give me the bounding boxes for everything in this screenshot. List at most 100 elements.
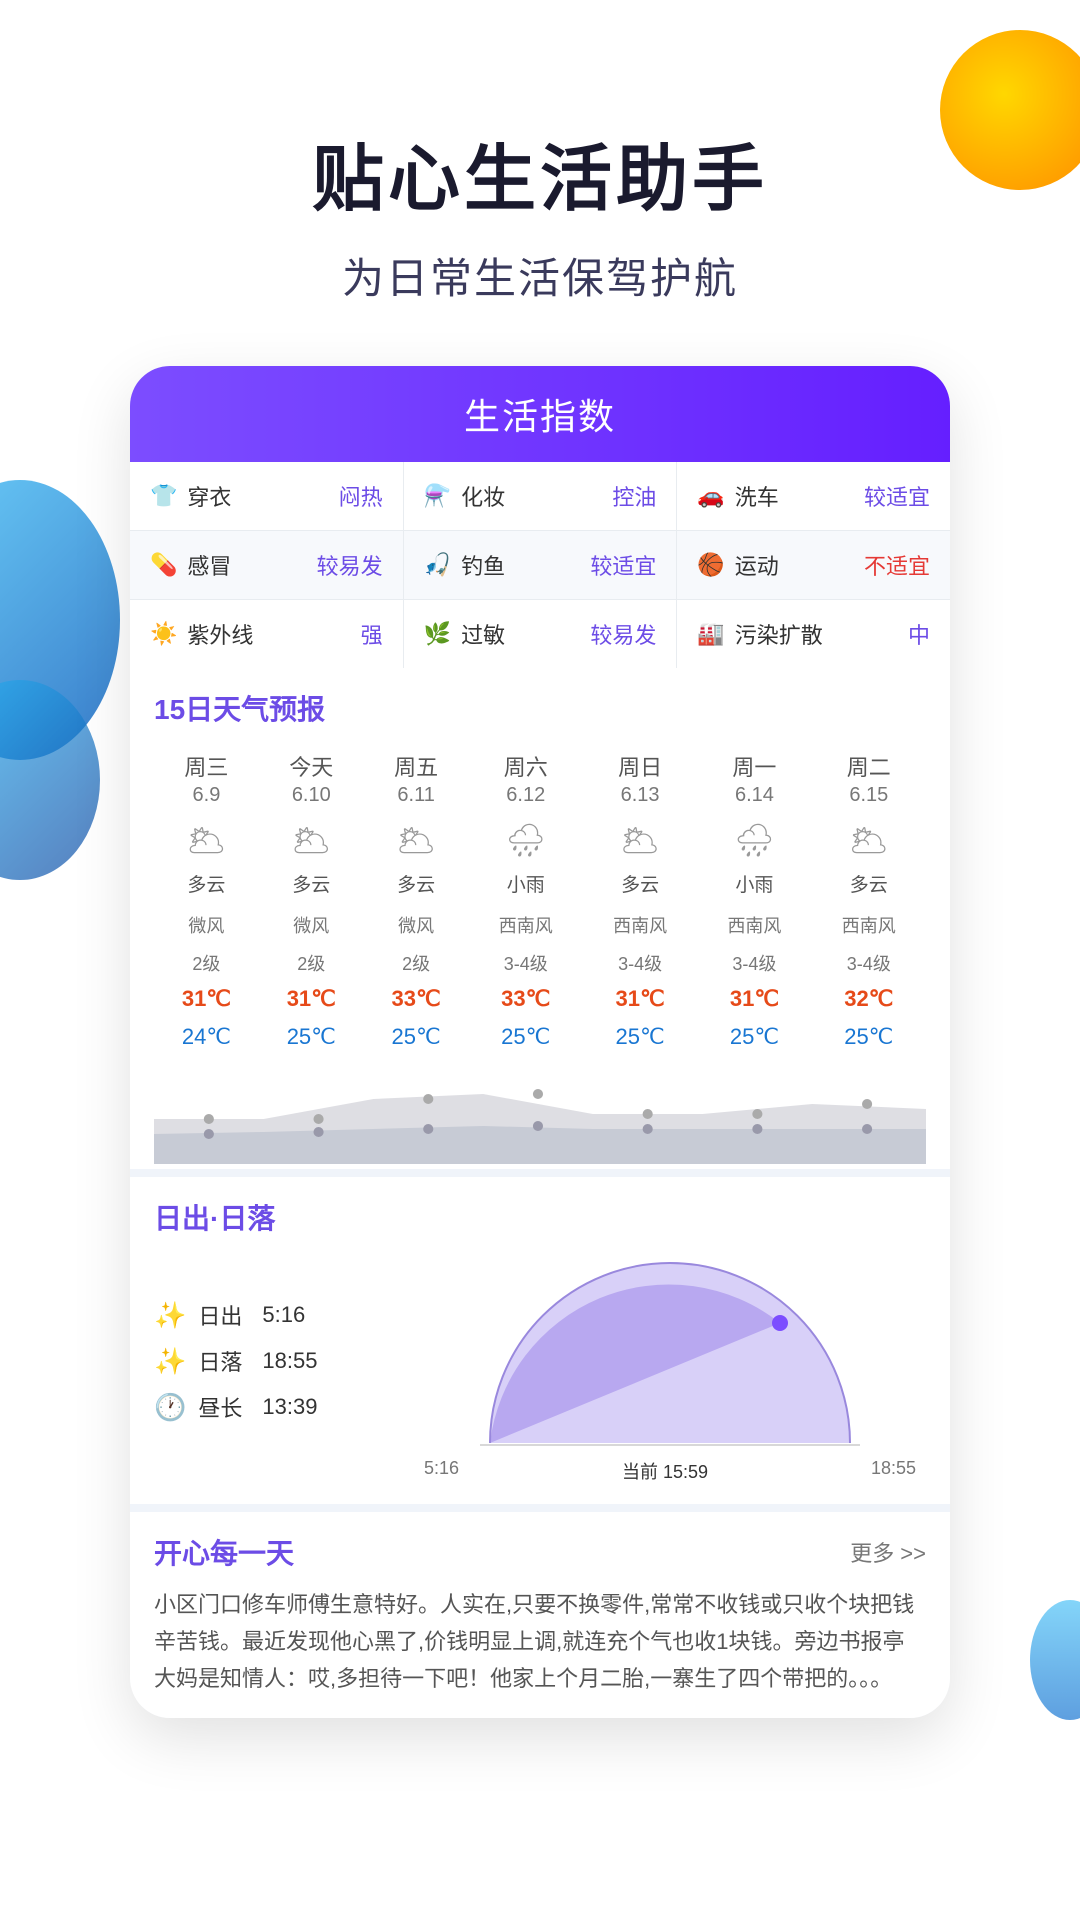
forecast-day-row: 周三 今天 周五 周六 周日 周一 周二 — [154, 744, 926, 784]
forecast-high-temp-row: 31℃ 31℃ 33℃ 33℃ 31℃ 31℃ 32℃ — [154, 980, 926, 1018]
forecast-title: 15日天气预报 — [154, 688, 926, 728]
wind-0: 微风 — [154, 906, 259, 944]
wind-2: 微风 — [364, 906, 469, 944]
wind-level-2: 2级 — [364, 944, 469, 980]
sunrise-title: 日出·日落 — [154, 1197, 926, 1237]
cell-allergy: 🌿 过敏 较易发 — [404, 600, 678, 668]
weather-4: 多云 — [583, 867, 697, 906]
icon-3: 🌧 — [469, 813, 583, 867]
day-2: 周五 — [364, 744, 469, 784]
fishing-icon: 🎣 — [424, 552, 451, 578]
cold-label: 感冒 — [187, 549, 231, 581]
allergy-label: 过敏 — [461, 618, 505, 650]
forecast-weather-row: 多云 多云 多云 小雨 多云 小雨 多云 — [154, 867, 926, 906]
date-0: 6.9 — [154, 784, 259, 813]
forecast-table: 周三 今天 周五 周六 周日 周一 周二 6.9 6.10 6.11 6.12 … — [154, 744, 926, 1056]
cell-pollution: 🏭 污染扩散 中 — [677, 600, 950, 668]
life-index-row-2: 💊 感冒 较易发 🎣 钓鱼 较适宜 🏀 运动 不适宜 — [130, 531, 950, 600]
carwash-label: 洗车 — [735, 480, 779, 512]
day-4: 周日 — [583, 744, 697, 784]
joy-more[interactable]: 更多 >> — [850, 1536, 926, 1568]
wind-1: 微风 — [259, 906, 364, 944]
sunrise-row: ✨ 日出 5:16 — [154, 1299, 394, 1331]
date-6: 6.15 — [812, 784, 926, 813]
uv-value: 强 — [361, 618, 383, 650]
life-index-row-1: 👕 穿衣 闷热 ⚗️ 化妆 控油 🚗 洗车 较适宜 — [130, 462, 950, 531]
low-1: 25℃ — [259, 1018, 364, 1056]
wind-level-0: 2级 — [154, 944, 259, 980]
joy-text: 小区门口修车师傅生意特好。人实在,只要不换零件,常常不收钱或只收个块把钱辛苦钱。… — [154, 1586, 926, 1698]
header-section: 贴心生活助手 为日常生活保驾护航 — [0, 0, 1080, 366]
arc-end-label: 18:55 — [871, 1458, 916, 1484]
wind-6: 西南风 — [812, 906, 926, 944]
duration-label: 昼长 — [198, 1391, 242, 1423]
weather-2: 多云 — [364, 867, 469, 906]
high-4: 31℃ — [583, 980, 697, 1018]
wind-4: 西南风 — [583, 906, 697, 944]
joy-header: 开心每一天 更多 >> — [154, 1532, 926, 1572]
sunset-time: 18:55 — [262, 1348, 317, 1374]
low-0: 24℃ — [154, 1018, 259, 1056]
cell-fishing: 🎣 钓鱼 较适宜 — [404, 531, 678, 599]
date-2: 6.11 — [364, 784, 469, 813]
icon-2: 🌥 — [364, 813, 469, 867]
icon-6: 🌥 — [812, 813, 926, 867]
fishing-value: 较适宜 — [590, 549, 656, 581]
date-5: 6.14 — [697, 784, 811, 813]
low-4: 25℃ — [583, 1018, 697, 1056]
uv-label: 紫外线 — [187, 618, 253, 650]
cell-makeup: ⚗️ 化妆 控油 — [404, 462, 678, 530]
makeup-label: 化妆 — [461, 480, 505, 512]
main-title: 贴心生活助手 — [0, 120, 1080, 225]
high-0: 31℃ — [154, 980, 259, 1018]
day-5: 周一 — [697, 744, 811, 784]
sport-label: 运动 — [735, 549, 779, 581]
sunrise-info: ✨ 日出 5:16 ✨ 日落 18:55 🕐 昼长 13:39 — [154, 1299, 394, 1437]
low-2: 25℃ — [364, 1018, 469, 1056]
makeup-icon: ⚗️ — [424, 483, 451, 509]
sunrise-section: 日出·日落 ✨ 日出 5:16 ✨ 日落 18:55 🕐 昼长 13:39 — [130, 1169, 950, 1504]
cold-icon: 💊 — [150, 552, 177, 578]
phone-mockup: 生活指数 👕 穿衣 闷热 ⚗️ 化妆 控油 🚗 洗车 较适宜 💊 — [130, 366, 950, 1718]
clothing-label: 穿衣 — [187, 480, 231, 512]
wind-level-1: 2级 — [259, 944, 364, 980]
wind-level-4: 3-4级 — [583, 944, 697, 980]
wind-5: 西南风 — [697, 906, 811, 944]
life-index-header: 生活指数 — [130, 366, 950, 462]
sub-title: 为日常生活保驾护航 — [0, 245, 1080, 306]
cold-value: 较易发 — [317, 549, 383, 581]
sunset-label: 日落 — [198, 1345, 242, 1377]
sunset-row: ✨ 日落 18:55 — [154, 1345, 394, 1377]
sunrise-content: ✨ 日出 5:16 ✨ 日落 18:55 🕐 昼长 13:39 — [154, 1253, 926, 1484]
high-5: 31℃ — [697, 980, 811, 1018]
cell-uv: ☀️ 紫外线 强 — [130, 600, 404, 668]
low-5: 25℃ — [697, 1018, 811, 1056]
forecast-low-temp-row: 24℃ 25℃ 25℃ 25℃ 25℃ 25℃ 25℃ — [154, 1018, 926, 1056]
high-3: 33℃ — [469, 980, 583, 1018]
wind-level-6: 3-4级 — [812, 944, 926, 980]
weather-1: 多云 — [259, 867, 364, 906]
day-1: 今天 — [259, 744, 364, 784]
wind-3: 西南风 — [469, 906, 583, 944]
high-6: 32℃ — [812, 980, 926, 1018]
wind-level-3: 3-4级 — [469, 944, 583, 980]
low-6: 25℃ — [812, 1018, 926, 1056]
sunset-icon: ✨ — [154, 1346, 186, 1377]
uv-icon: ☀️ — [150, 621, 177, 647]
high-2: 33℃ — [364, 980, 469, 1018]
clothing-value: 闷热 — [339, 480, 383, 512]
cell-carwash: 🚗 洗车 较适宜 — [677, 462, 950, 530]
sport-value: 不适宜 — [864, 549, 930, 581]
forecast-icon-row: 🌥 🌥 🌥 🌧 🌥 🌧 🌥 — [154, 813, 926, 867]
carwash-value: 较适宜 — [864, 480, 930, 512]
clothing-icon: 👕 — [150, 483, 177, 509]
forecast-date-row: 6.9 6.10 6.11 6.12 6.13 6.14 6.15 — [154, 784, 926, 813]
icon-0: 🌥 — [154, 813, 259, 867]
arc-start-label: 5:16 — [424, 1458, 459, 1484]
carwash-icon: 🚗 — [697, 483, 724, 509]
life-index-row-3: ☀️ 紫外线 强 🌿 过敏 较易发 🏭 污染扩散 中 — [130, 600, 950, 668]
joy-title: 开心每一天 — [154, 1532, 294, 1572]
icon-5: 🌧 — [697, 813, 811, 867]
duration-icon: 🕐 — [154, 1392, 186, 1423]
arc-current-label: 当前 15:59 — [622, 1458, 708, 1484]
